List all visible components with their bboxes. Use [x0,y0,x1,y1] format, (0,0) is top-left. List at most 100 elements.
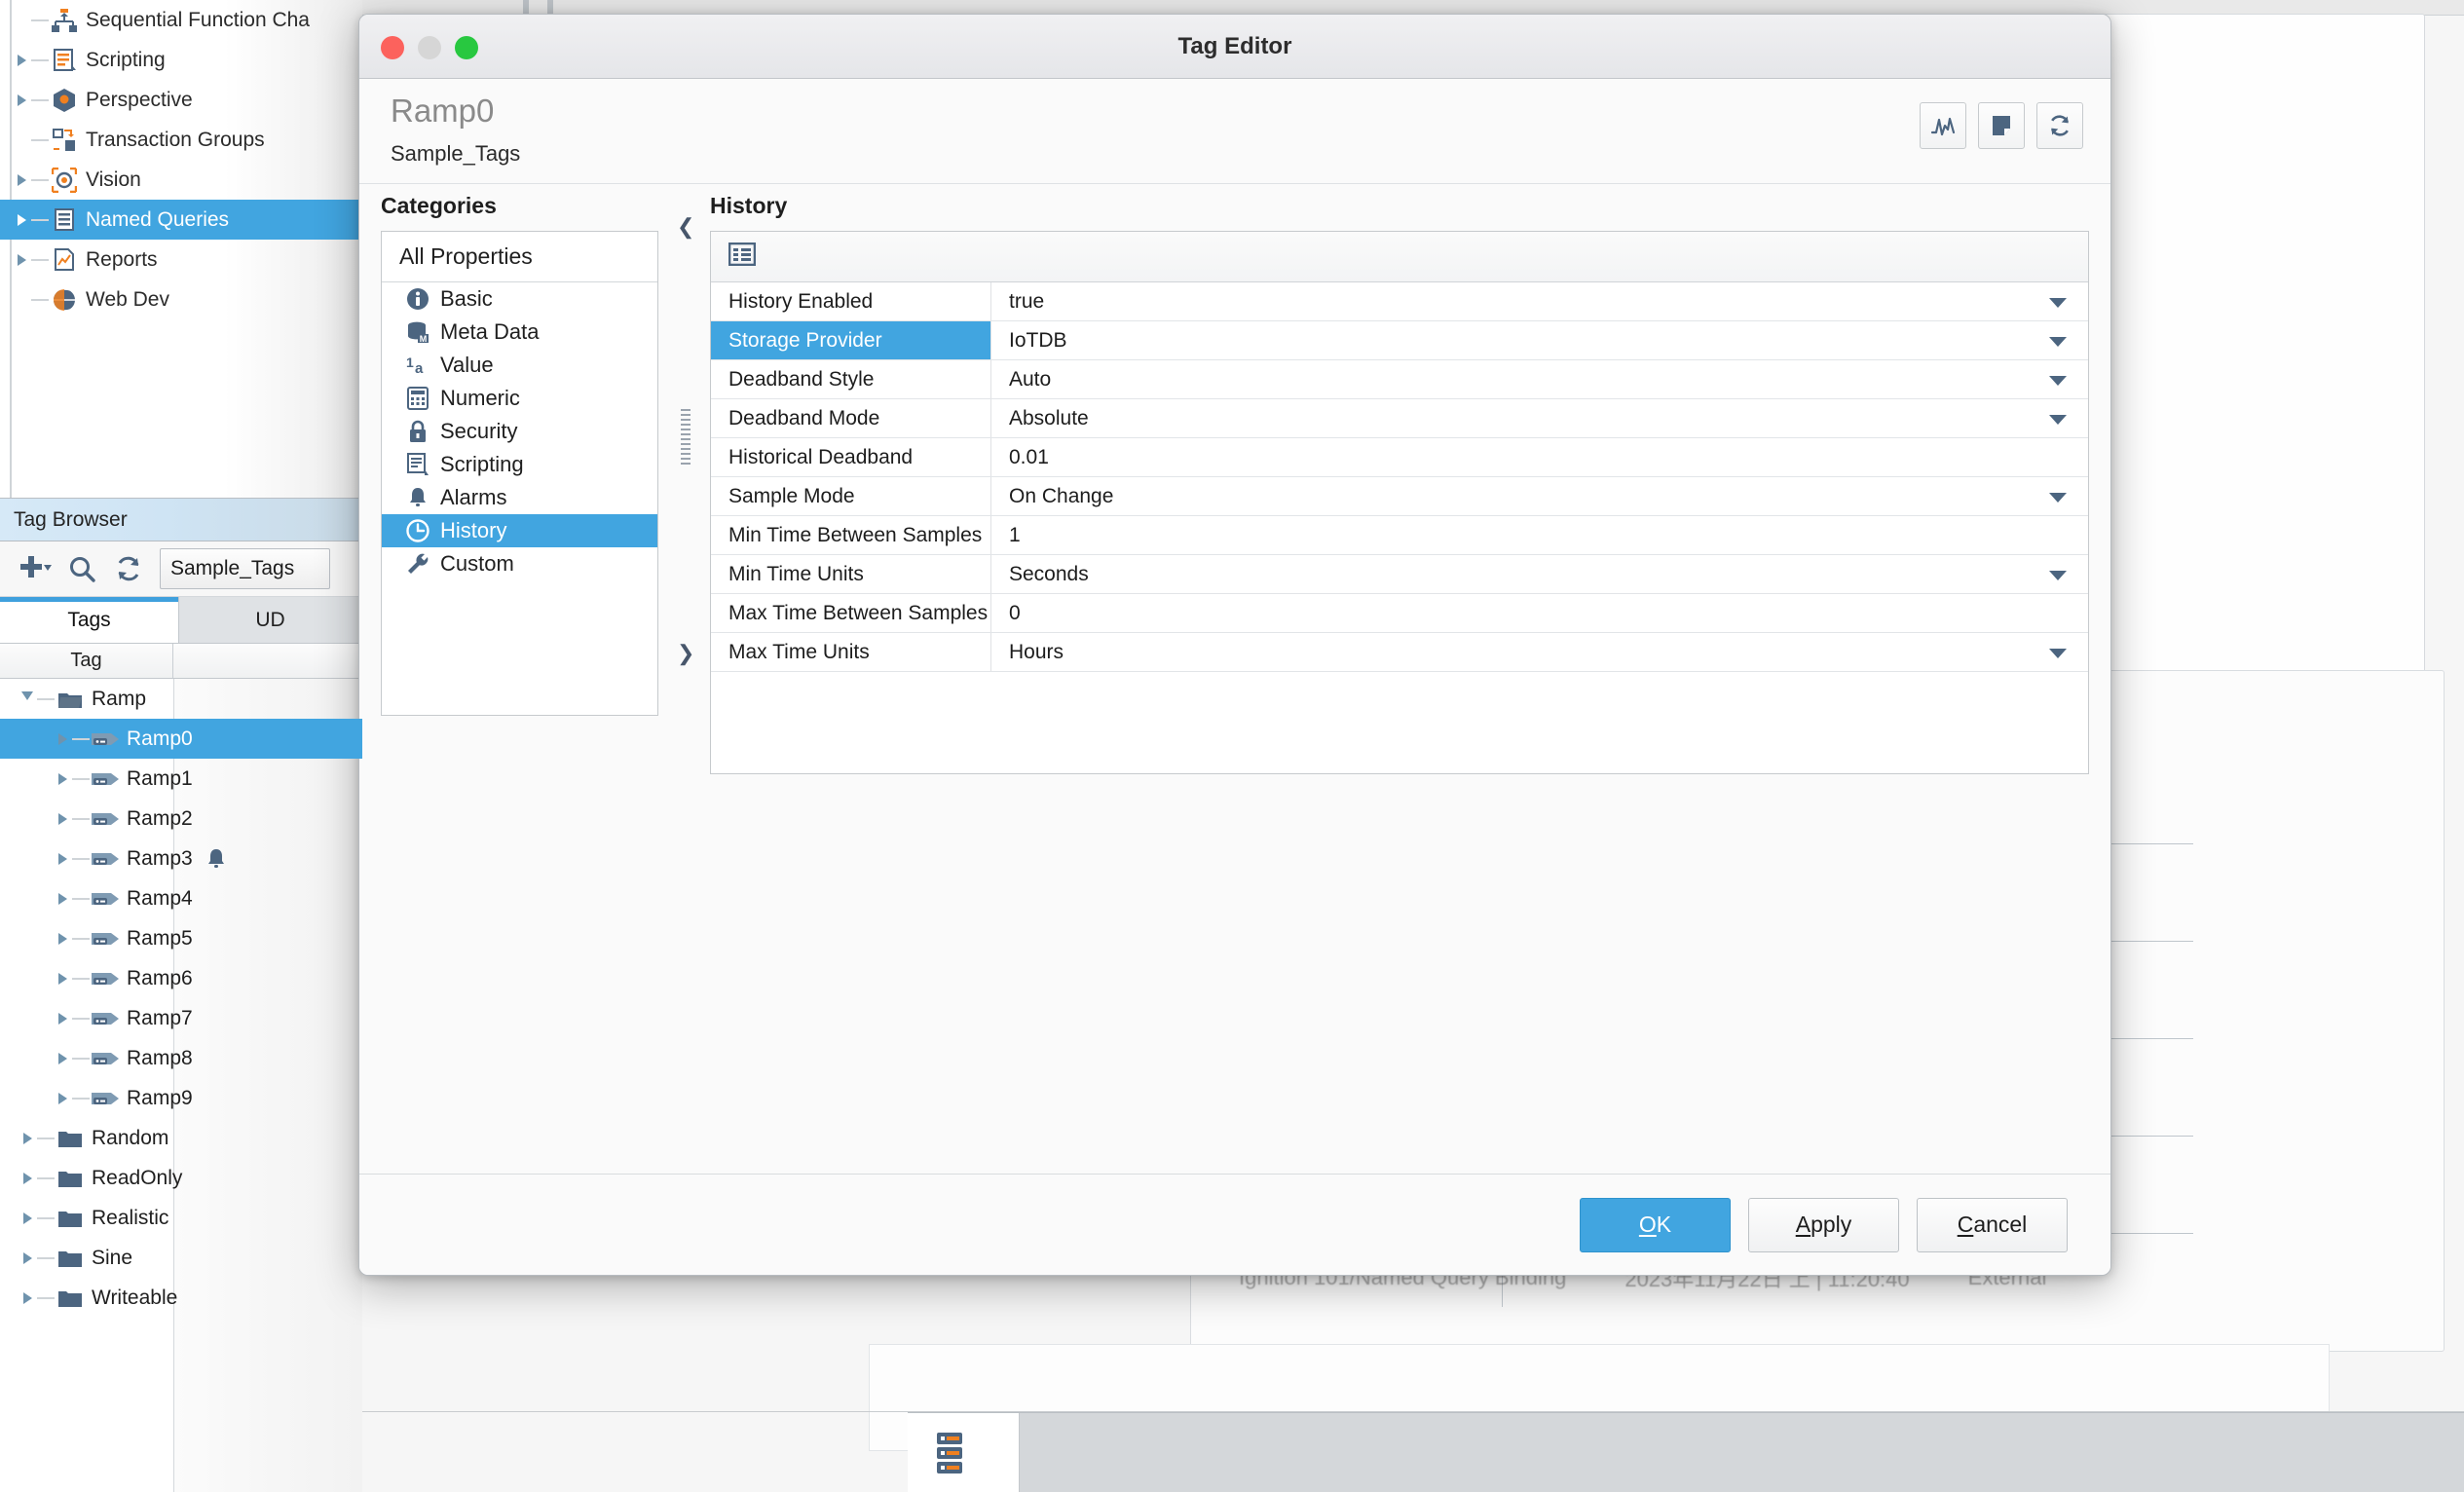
expand-arrow-icon[interactable] [18,1132,37,1144]
expand-arrow-icon[interactable] [53,852,72,865]
project-tree-item-transaction-groups[interactable]: Transaction Groups [0,120,362,160]
ok-button[interactable]: OK [1580,1197,1731,1252]
property-row[interactable]: Historical Deadband 0.01 [711,438,2088,477]
category-item-security[interactable]: Security [382,415,657,448]
chevron-down-icon[interactable] [2049,336,2067,347]
tab-tags[interactable]: Tags [0,597,179,643]
expand-arrow-icon[interactable] [18,1172,37,1184]
note-icon[interactable] [1978,102,2025,149]
property-value-cell[interactable]: 0 [991,594,2088,632]
category-item-meta-data[interactable]: M Meta Data [382,316,657,349]
tag-tree-row[interactable]: Ramp2 [0,799,362,839]
expand-arrow-icon[interactable] [12,253,31,266]
chevron-right-icon[interactable]: ❯ [677,641,694,666]
chevron-down-icon[interactable] [2049,492,2067,503]
property-row[interactable]: Max Time Between Samples 0 [711,594,2088,633]
expand-arrow-icon[interactable] [53,1052,72,1064]
tag-tree-row[interactable]: Ramp5 [0,918,362,958]
list-view-icon[interactable] [728,242,757,271]
tag-tree-row[interactable]: Ramp [0,679,362,719]
property-value-cell[interactable]: Absolute [991,399,2088,437]
category-all-properties[interactable]: All Properties [382,232,657,282]
panel-splitter[interactable]: ❮ ❯ [669,214,702,672]
category-item-custom[interactable]: Custom [382,547,657,580]
property-value-cell[interactable]: Seconds [991,555,2088,593]
category-item-numeric[interactable]: Numeric [382,382,657,415]
tag-tree-row[interactable]: ReadOnly [0,1158,362,1198]
property-value-cell[interactable]: 1 [991,516,2088,554]
trend-icon[interactable] [1920,102,1966,149]
maximize-icon[interactable] [455,36,478,59]
chevron-down-icon[interactable] [2049,414,2067,425]
expand-arrow-icon[interactable] [18,1251,37,1264]
close-icon[interactable] [381,36,404,59]
expand-arrow-icon[interactable] [12,93,31,106]
expand-arrow-icon[interactable] [12,213,31,226]
project-tree-item-sequential-function-cha[interactable]: Sequential Function Cha [0,0,362,40]
tag-tree-row[interactable]: Sine [0,1238,362,1278]
property-value-cell[interactable]: IoTDB [991,321,2088,359]
expand-arrow-icon[interactable] [53,772,72,785]
chevron-down-icon[interactable] [2049,297,2067,308]
property-row[interactable]: Deadband Style Auto [711,360,2088,399]
property-value-cell[interactable]: On Change [991,477,2088,515]
expand-arrow-icon[interactable] [53,932,72,945]
project-tree-item-reports[interactable]: Reports [0,240,362,280]
category-item-scripting[interactable]: Scripting [382,448,657,481]
property-value-cell[interactable]: true [991,282,2088,320]
expand-arrow-icon[interactable] [12,173,31,186]
tag-tree-row[interactable]: Random [0,1118,362,1158]
minimize-icon[interactable] [418,36,441,59]
apply-button[interactable]: Apply [1748,1197,1899,1252]
property-value-cell[interactable]: Hours [991,633,2088,671]
search-icon[interactable] [58,547,105,590]
chevron-down-icon[interactable] [2049,648,2067,658]
tag-tree-row[interactable]: Writeable [0,1278,362,1318]
tag-tree-row[interactable]: Ramp3 [0,839,362,878]
chevron-down-icon[interactable] [2049,375,2067,386]
tag-tree-row[interactable]: Ramp1 [0,759,362,799]
tag-tree-row[interactable]: Ramp6 [0,958,362,998]
refresh-icon[interactable] [2036,102,2083,149]
project-tree-item-perspective[interactable]: Perspective [0,80,362,120]
expand-arrow-icon[interactable] [18,1291,37,1304]
expand-arrow-icon[interactable] [18,1212,37,1224]
property-row[interactable]: Min Time Units Seconds [711,555,2088,594]
property-row[interactable]: Max Time Units Hours [711,633,2088,672]
category-item-basic[interactable]: Basic [382,282,657,316]
category-item-history[interactable]: History [382,514,657,547]
tag-tree-row[interactable]: Ramp8 [0,1038,362,1078]
project-tree-item-vision[interactable]: Vision [0,160,362,200]
splitter-grip[interactable] [681,409,691,467]
project-tree-item-scripting[interactable]: Scripting [0,40,362,80]
project-browser-tree[interactable]: Sequential Function Cha Scripting Perspect… [0,0,362,499]
property-value-cell[interactable]: 0.01 [991,438,2088,476]
refresh-icon[interactable] [105,547,152,590]
collapse-arrow-icon[interactable] [18,691,37,706]
tag-tree-row[interactable]: Ramp4 [0,878,362,918]
property-row[interactable]: History Enabled true [711,282,2088,321]
expand-arrow-icon[interactable] [53,972,72,985]
tag-tree[interactable]: Ramp Ramp0 Ramp1 Ramp2 Ramp3 Ramp4 Ramp5 Ramp6 R… [0,679,362,1492]
expand-arrow-icon[interactable] [53,732,72,745]
property-row[interactable]: Deadband Mode Absolute [711,399,2088,438]
category-item-value[interactable]: 1 a Value [382,349,657,382]
expand-arrow-icon[interactable] [53,892,72,905]
categories-list[interactable]: All Properties Basic M Meta Data 1 a Value Num… [381,231,658,716]
tag-tree-row[interactable]: Realistic [0,1198,362,1238]
tag-tree-row[interactable]: Ramp7 [0,998,362,1038]
category-item-alarms[interactable]: Alarms [382,481,657,514]
tag-tree-row[interactable]: Ramp0 [0,719,362,759]
expand-arrow-icon[interactable] [53,812,72,825]
property-row[interactable]: Storage Provider IoTDB [711,321,2088,360]
property-value-cell[interactable]: Auto [991,360,2088,398]
tag-provider-selector[interactable]: Sample_Tags [160,548,330,589]
property-row[interactable]: Sample Mode On Change [711,477,2088,516]
expand-arrow-icon[interactable] [53,1012,72,1025]
chevron-left-icon[interactable]: ❮ [677,214,694,240]
project-tree-item-named-queries[interactable]: Named Queries [0,200,362,240]
cancel-button[interactable]: Cancel [1917,1197,2068,1252]
chevron-down-icon[interactable] [2049,570,2067,580]
expand-arrow-icon[interactable] [12,54,31,66]
property-row[interactable]: Min Time Between Samples 1 [711,516,2088,555]
